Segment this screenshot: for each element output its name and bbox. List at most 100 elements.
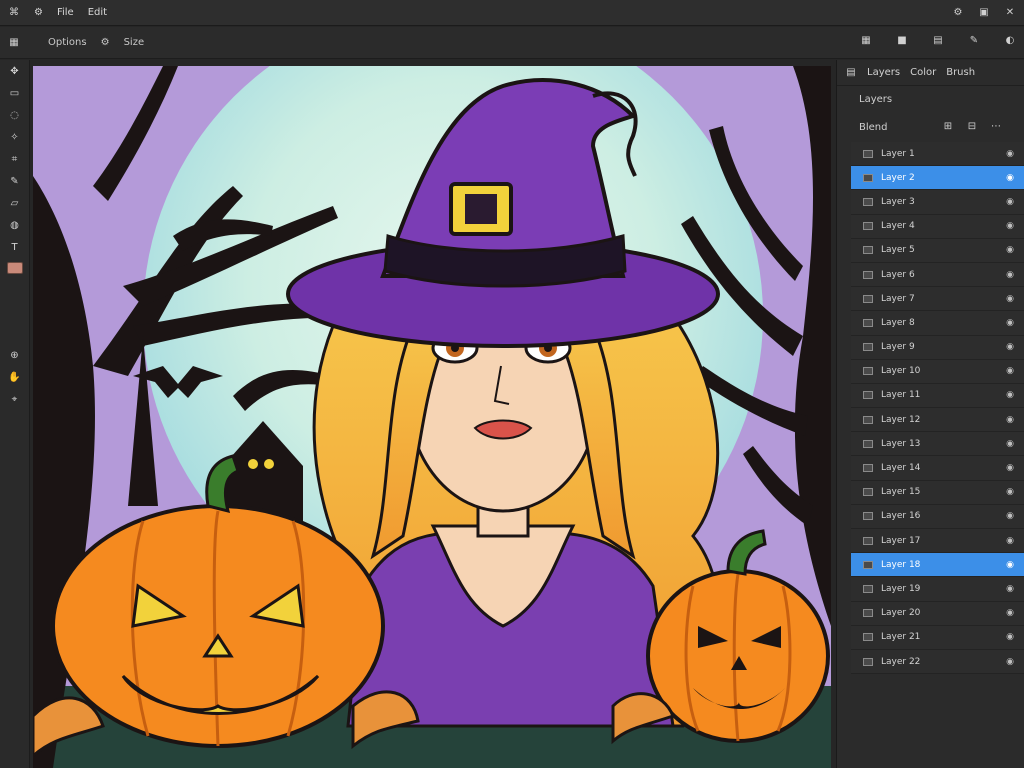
- tab-layers[interactable]: Layers: [867, 67, 900, 78]
- layer-row[interactable]: Layer 18 ◉: [851, 553, 1024, 578]
- eyedropper-tool-icon[interactable]: ⌖: [6, 392, 24, 406]
- layer-row[interactable]: Layer 21 ◉: [851, 625, 1024, 650]
- move-tool-icon[interactable]: ✥: [6, 64, 24, 78]
- layer-row[interactable]: Layer 1 ◉: [851, 142, 1024, 167]
- layer-name: Layer 15: [881, 487, 921, 498]
- layer-thumbnail: [863, 512, 873, 521]
- text-tool-icon[interactable]: T: [6, 240, 24, 254]
- layer-thumbnail: [863, 391, 873, 400]
- panel-layers-icon[interactable]: ▤: [932, 35, 944, 47]
- visibility-eye-icon[interactable]: ◉: [1006, 463, 1014, 473]
- layer-row[interactable]: Layer 2 ◉: [851, 166, 1024, 191]
- group-layer-icon[interactable]: ⊟: [966, 121, 978, 133]
- visibility-eye-icon[interactable]: ◉: [1006, 342, 1014, 352]
- close-icon[interactable]: ✕: [1004, 7, 1016, 19]
- layer-row[interactable]: Layer 9 ◉: [851, 335, 1024, 360]
- layer-name: Layer 14: [881, 463, 921, 474]
- visibility-eye-icon[interactable]: ◉: [1006, 197, 1014, 207]
- visibility-eye-icon[interactable]: ◉: [1006, 632, 1014, 642]
- tool-preset-icon[interactable]: ▦: [8, 37, 20, 49]
- layer-row[interactable]: Layer 17 ◉: [851, 529, 1024, 554]
- window-icon[interactable]: ▣: [978, 7, 990, 19]
- menu-edit[interactable]: Edit: [88, 7, 107, 18]
- layer-name: Layer 12: [881, 414, 921, 425]
- visibility-eye-icon[interactable]: ◉: [1006, 511, 1014, 521]
- layer-row[interactable]: Layer 14 ◉: [851, 456, 1024, 481]
- visibility-eye-icon[interactable]: ◉: [1006, 657, 1014, 667]
- panel-color-icon[interactable]: ◐: [1004, 35, 1016, 47]
- fill-tool-icon[interactable]: ◍: [6, 218, 24, 232]
- layer-row[interactable]: Layer 13 ◉: [851, 432, 1024, 457]
- layer-row[interactable]: Layer 8 ◉: [851, 311, 1024, 336]
- blend-mode-label[interactable]: Blend: [859, 122, 887, 133]
- select-tool-icon[interactable]: ▭: [6, 86, 24, 100]
- layer-thumbnail: [863, 197, 873, 206]
- visibility-eye-icon[interactable]: ◉: [1006, 439, 1014, 449]
- layer-row[interactable]: Layer 5 ◉: [851, 238, 1024, 263]
- visibility-eye-icon[interactable]: ◉: [1006, 366, 1014, 376]
- tab-color[interactable]: Color: [910, 67, 936, 78]
- visibility-eye-icon[interactable]: ◉: [1006, 487, 1014, 497]
- panel-brush-icon[interactable]: ✎: [968, 35, 980, 47]
- layer-row[interactable]: Layer 15 ◉: [851, 480, 1024, 505]
- zoom-tool-icon[interactable]: ⊕: [6, 348, 24, 362]
- layer-row[interactable]: Layer 11 ◉: [851, 383, 1024, 409]
- layer-row[interactable]: Layer 20 ◉: [851, 601, 1024, 626]
- visibility-eye-icon[interactable]: ◉: [1006, 536, 1014, 546]
- visibility-eye-icon[interactable]: ◉: [1006, 608, 1014, 618]
- visibility-eye-icon[interactable]: ◉: [1006, 270, 1014, 280]
- settings-icon[interactable]: ⚙: [952, 7, 964, 19]
- app-logo-icon[interactable]: ⌘: [8, 7, 20, 19]
- layer-row[interactable]: Layer 22 ◉: [851, 649, 1024, 675]
- brush-tool-icon[interactable]: ✎: [6, 174, 24, 188]
- layer-thumbnail: [863, 367, 873, 376]
- layer-row[interactable]: Layer 4 ◉: [851, 214, 1024, 239]
- panel-subtitle: Layers: [859, 93, 893, 105]
- layer-name: Layer 9: [881, 342, 915, 353]
- add-layer-icon[interactable]: ⊞: [942, 121, 954, 133]
- visibility-eye-icon[interactable]: ◉: [1006, 390, 1014, 400]
- visibility-eye-icon[interactable]: ◉: [1006, 245, 1014, 255]
- visibility-eye-icon[interactable]: ◉: [1006, 149, 1014, 159]
- visibility-eye-icon[interactable]: ◉: [1006, 294, 1014, 304]
- layer-row[interactable]: Layer 16 ◉: [851, 504, 1024, 529]
- layer-name: Layer 20: [881, 608, 921, 619]
- hand-tool-icon[interactable]: ✋: [6, 370, 24, 384]
- layer-list: Layer 1 ◉ Layer 2 ◉ Layer 3 ◉ Layer 4 ◉ Layer 5 ◉…: [837, 142, 1024, 675]
- color-swatch[interactable]: [6, 262, 23, 274]
- visibility-eye-icon[interactable]: ◉: [1006, 318, 1014, 328]
- visibility-eye-icon[interactable]: ◉: [1006, 560, 1014, 570]
- layer-row[interactable]: Layer 6 ◉: [851, 262, 1024, 288]
- visibility-eye-icon[interactable]: ◉: [1006, 221, 1014, 231]
- layer-row[interactable]: Layer 3 ◉: [851, 190, 1024, 215]
- tab-brush[interactable]: Brush: [946, 67, 975, 78]
- option-mode[interactable]: Options: [48, 37, 87, 48]
- wand-tool-icon[interactable]: ✧: [6, 130, 24, 144]
- drawing-canvas[interactable]: [33, 66, 831, 768]
- layer-name: Layer 13: [881, 438, 921, 449]
- tool-bar: ✥ ▭ ◌ ✧ ⌗ ✎ ▱ ◍ T ⊕ ✋ ⌖: [0, 60, 30, 768]
- menu-item-1[interactable]: ⚙: [34, 7, 43, 18]
- lasso-tool-icon[interactable]: ◌: [6, 108, 24, 122]
- layer-options-icon[interactable]: ⋯: [990, 121, 1002, 133]
- visibility-eye-icon[interactable]: ◉: [1006, 415, 1014, 425]
- layer-row[interactable]: Layer 7 ◉: [851, 287, 1024, 312]
- layer-name: Layer 8: [881, 317, 915, 328]
- option-settings[interactable]: ⚙: [101, 37, 110, 48]
- panel-menu-icon[interactable]: ▤: [845, 67, 857, 79]
- visibility-eye-icon[interactable]: ◉: [1006, 173, 1014, 183]
- layer-thumbnail: [863, 270, 873, 279]
- option-size[interactable]: Size: [124, 37, 145, 48]
- layer-row[interactable]: Layer 12 ◉: [851, 408, 1024, 433]
- crop-tool-icon[interactable]: ⌗: [6, 152, 24, 166]
- panel-square-icon[interactable]: ■: [896, 35, 908, 47]
- eraser-tool-icon[interactable]: ▱: [6, 196, 24, 210]
- layer-row[interactable]: Layer 19 ◉: [851, 577, 1024, 602]
- menu-file[interactable]: File: [57, 7, 74, 18]
- layer-row[interactable]: Layer 10 ◉: [851, 359, 1024, 384]
- visibility-eye-icon[interactable]: ◉: [1006, 584, 1014, 594]
- panel-grid-icon[interactable]: ▦: [860, 35, 872, 47]
- layer-name: Layer 7: [881, 293, 915, 304]
- layer-thumbnail: [863, 343, 873, 352]
- layer-thumbnail: [863, 633, 873, 642]
